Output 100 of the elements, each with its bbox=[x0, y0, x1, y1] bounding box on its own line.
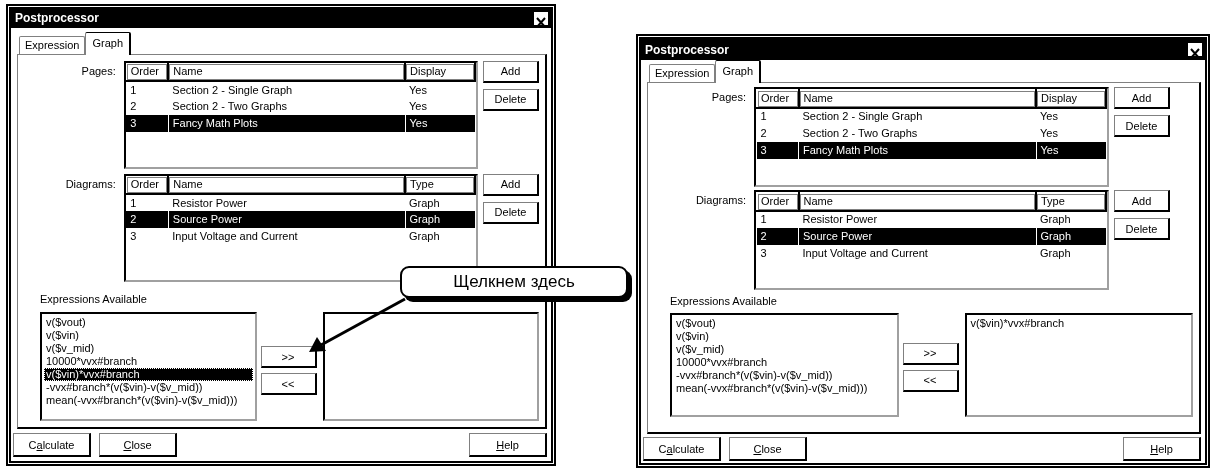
column-header[interactable]: Display bbox=[405, 63, 475, 81]
action-button[interactable]: Add bbox=[1114, 87, 1170, 109]
table-cell: 1 bbox=[126, 81, 169, 98]
group-label: Diagrams: bbox=[64, 176, 117, 192]
table-row[interactable]: 3 Fancy Math Plots Yes bbox=[126, 115, 475, 132]
list-item[interactable]: v($vin)*vvx#branch bbox=[968, 316, 1189, 330]
move-button[interactable]: >> bbox=[260, 346, 317, 368]
action-button[interactable]: Delete bbox=[1114, 115, 1170, 137]
table-cell: 1 bbox=[756, 210, 799, 228]
table-cell: Fancy Math Plots bbox=[798, 141, 1036, 159]
list-item[interactable]: mean(-vvx#branch*(v($vin)-v($v_mid))) bbox=[674, 381, 895, 395]
column-header[interactable]: Order bbox=[756, 89, 799, 108]
dialog-button[interactable]: Close bbox=[99, 433, 177, 457]
table-cell: Input Voltage and Current bbox=[798, 244, 1036, 262]
table-cell: 3 bbox=[756, 244, 799, 262]
table-cell: Graph bbox=[405, 194, 475, 211]
table-cell: 1 bbox=[126, 194, 169, 211]
table-row[interactable]: 2 Source Power Graph bbox=[756, 227, 1106, 245]
list-item[interactable]: v($vout) bbox=[44, 316, 253, 329]
column-header[interactable]: Type bbox=[1036, 192, 1106, 211]
table-row[interactable]: 1 Resistor Power Graph bbox=[756, 210, 1106, 228]
table-cell: Resistor Power bbox=[798, 210, 1036, 228]
move-button[interactable]: << bbox=[260, 373, 317, 395]
dialog-button[interactable]: Calculate bbox=[643, 437, 721, 461]
list-item[interactable]: v($vin) bbox=[44, 329, 253, 342]
column-header[interactable]: Name bbox=[168, 176, 405, 194]
column-header[interactable]: Display bbox=[1036, 89, 1106, 108]
table-cell: Section 2 - Two Graphs bbox=[798, 124, 1036, 142]
table-row[interactable]: 3 Input Voltage and Current Graph bbox=[756, 244, 1106, 262]
window-title: Postprocessor bbox=[645, 41, 730, 59]
table-row[interactable]: 1 Section 2 - Single Graph Yes bbox=[126, 81, 475, 98]
dialog-button[interactable]: Help bbox=[469, 433, 547, 457]
table-cell: 2 bbox=[756, 227, 799, 245]
column-header[interactable]: Name bbox=[168, 63, 405, 81]
column-header[interactable]: Order bbox=[126, 63, 169, 81]
table-row[interactable]: 3 Input Voltage and Current Graph bbox=[126, 228, 475, 245]
table-cell: 1 bbox=[756, 107, 799, 125]
table-cell: Yes bbox=[1036, 124, 1106, 142]
table-row[interactable]: 2 Section 2 - Two Graphs Yes bbox=[126, 98, 475, 115]
table-cell: 3 bbox=[756, 141, 799, 159]
list-item[interactable]: v($vout) bbox=[674, 316, 895, 330]
table-row[interactable]: 1 Section 2 - Single Graph Yes bbox=[756, 107, 1106, 125]
table-cell: 3 bbox=[126, 228, 169, 245]
action-button[interactable]: Add bbox=[483, 60, 539, 83]
list-item[interactable]: 10000*vvx#branch bbox=[44, 355, 253, 368]
dialog-button[interactable]: Close bbox=[729, 437, 807, 461]
table-cell: Resistor Power bbox=[168, 194, 405, 211]
list-item[interactable]: 10000*vvx#branch bbox=[674, 355, 895, 369]
list-item[interactable]: v($vin) bbox=[674, 329, 895, 343]
tab[interactable]: Expression bbox=[649, 64, 716, 82]
dialog-button[interactable]: Help bbox=[1123, 437, 1201, 461]
table-cell: Section 2 - Single Graph bbox=[798, 107, 1036, 125]
column-header[interactable]: Name bbox=[798, 89, 1036, 108]
table-cell: Yes bbox=[405, 98, 475, 115]
table-cell: Graph bbox=[1036, 227, 1106, 245]
tab[interactable]: Graph bbox=[85, 31, 131, 55]
close-icon[interactable] bbox=[1188, 43, 1202, 56]
action-button[interactable]: Add bbox=[483, 173, 539, 196]
close-icon[interactable] bbox=[534, 11, 548, 25]
group-label: Diagrams: bbox=[694, 193, 747, 208]
table-cell: Graph bbox=[1036, 210, 1106, 228]
table-row[interactable]: 2 Source Power Graph bbox=[126, 211, 475, 228]
action-button[interactable]: Add bbox=[1114, 190, 1170, 212]
list-item[interactable]: v($v_mid) bbox=[44, 342, 253, 355]
table-cell: Source Power bbox=[798, 227, 1036, 245]
table-cell: 2 bbox=[126, 98, 169, 115]
list-item[interactable]: mean(-vvx#branch*(v($vin)-v($v_mid))) bbox=[44, 394, 253, 407]
column-header[interactable]: Order bbox=[126, 176, 169, 194]
column-header[interactable]: Order bbox=[756, 192, 799, 211]
table-cell: Yes bbox=[405, 81, 475, 98]
section-label: Expressions Available bbox=[39, 291, 148, 307]
action-button[interactable]: Delete bbox=[1114, 218, 1170, 240]
column-header[interactable]: Type bbox=[405, 176, 475, 194]
table-cell: Graph bbox=[405, 211, 475, 228]
table-cell: 3 bbox=[126, 115, 169, 132]
action-button[interactable]: Delete bbox=[483, 88, 539, 111]
table-cell: Fancy Math Plots bbox=[168, 115, 405, 132]
list-item[interactable]: -vvx#branch*(v($vin)-v($v_mid)) bbox=[674, 368, 895, 382]
table-row[interactable]: 2 Section 2 - Two Graphs Yes bbox=[756, 124, 1106, 142]
group-label: Pages: bbox=[710, 90, 747, 105]
list-item[interactable]: v($vin)*vvx#branch bbox=[44, 368, 253, 381]
table-cell: Source Power bbox=[168, 211, 405, 228]
table-cell: Section 2 - Single Graph bbox=[168, 81, 405, 98]
action-button[interactable]: Delete bbox=[483, 201, 539, 224]
group-label: Pages: bbox=[80, 63, 117, 79]
table-cell: Graph bbox=[1036, 244, 1106, 262]
window-title: Postprocessor bbox=[15, 10, 100, 28]
move-button[interactable]: >> bbox=[902, 342, 959, 365]
column-header[interactable]: Name bbox=[798, 192, 1036, 211]
dialog-button[interactable]: Calculate bbox=[13, 433, 91, 457]
table-cell: Yes bbox=[1036, 141, 1106, 159]
table-row[interactable]: 1 Resistor Power Graph bbox=[126, 194, 475, 211]
tab[interactable]: Expression bbox=[19, 35, 86, 54]
table-row[interactable]: 3 Fancy Math Plots Yes bbox=[756, 141, 1106, 159]
tab[interactable]: Graph bbox=[715, 60, 761, 83]
list-item[interactable]: -vvx#branch*(v($vin)-v($v_mid)) bbox=[44, 381, 253, 394]
list-item[interactable]: v($v_mid) bbox=[674, 342, 895, 356]
table-cell: Section 2 - Two Graphs bbox=[168, 98, 405, 115]
move-button[interactable]: << bbox=[902, 369, 959, 392]
table-cell: Yes bbox=[1036, 107, 1106, 125]
